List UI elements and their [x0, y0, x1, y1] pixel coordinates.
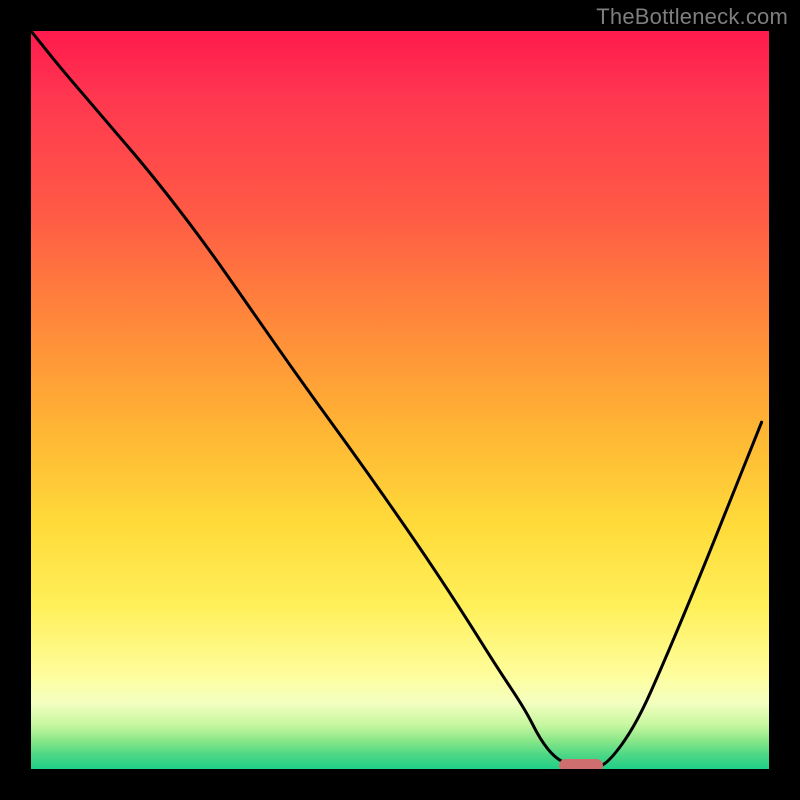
optimum-marker	[559, 759, 603, 769]
bottleneck-curve	[31, 31, 769, 769]
plot-area	[31, 31, 769, 769]
chart-frame: TheBottleneck.com	[0, 0, 800, 800]
attribution-text: TheBottleneck.com	[596, 4, 788, 30]
